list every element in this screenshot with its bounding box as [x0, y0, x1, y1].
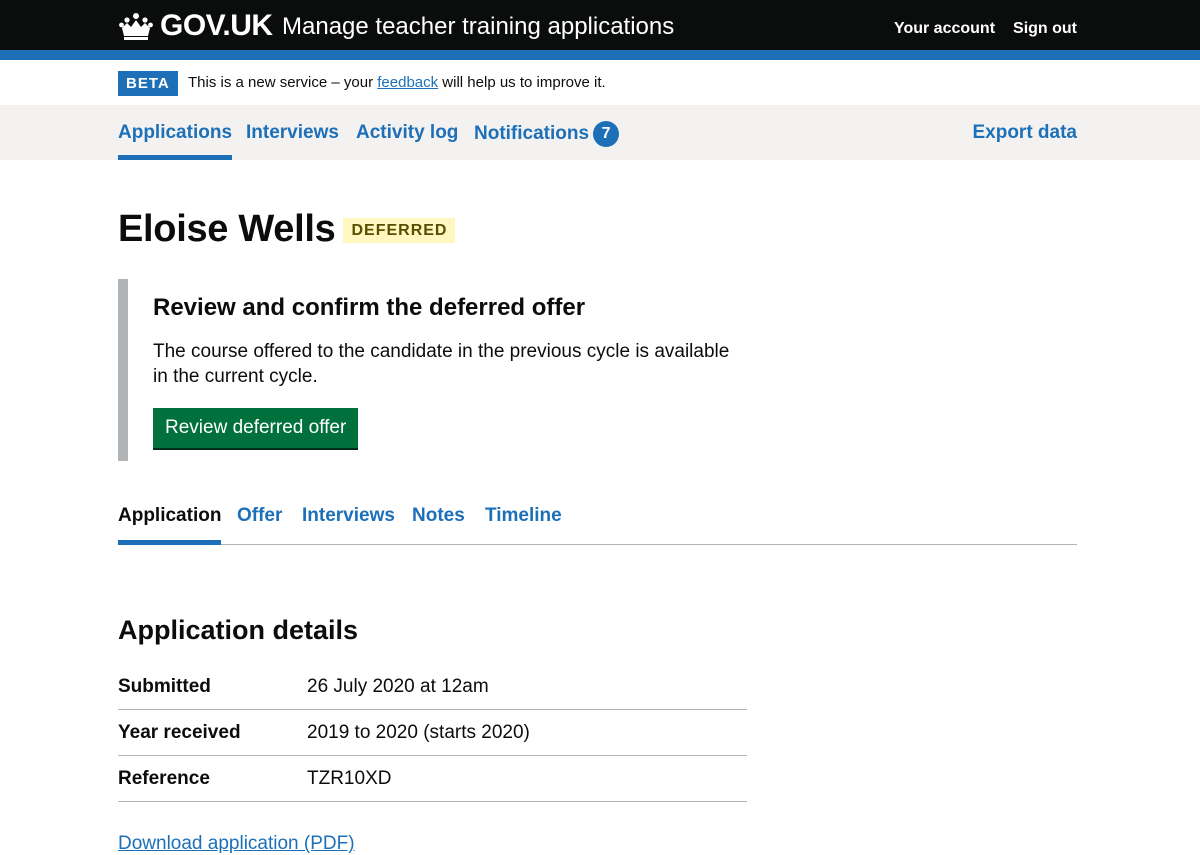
inset-heading: Review and confirm the deferred offer — [153, 294, 586, 321]
deferred-offer-inset: Review and confirm the deferred offer Th… — [118, 279, 738, 461]
summary-key-reference: Reference — [118, 768, 210, 789]
sign-out-link[interactable]: Sign out — [1013, 18, 1077, 40]
nav-interviews[interactable]: Interviews — [246, 121, 339, 145]
export-data-link[interactable]: Export data — [972, 121, 1077, 145]
header-blue-bar — [0, 50, 1200, 60]
summary-row: Submitted 26 July 2020 at 12am — [118, 664, 747, 710]
summary-key-year-received: Year received — [118, 722, 241, 743]
your-account-link[interactable]: Your account — [894, 18, 995, 40]
tab-timeline[interactable]: Timeline — [485, 504, 562, 528]
primary-navigation: Applications Interviews Activity log Not… — [0, 105, 1200, 160]
summary-value-reference: TZR10XD — [307, 768, 392, 789]
status-badge: DEFERRED — [343, 217, 456, 243]
phase-text-before: This is a new service – your — [188, 74, 378, 91]
application-sub-navigation: Application Offer Interviews Notes Timel… — [118, 504, 1077, 545]
summary-row: Reference TZR10XD — [118, 756, 747, 802]
header-links: Your account Sign out — [894, 18, 1077, 40]
summary-value-submitted: 26 July 2020 at 12am — [307, 676, 489, 697]
beta-tag: BETA — [118, 71, 178, 96]
service-name[interactable]: Manage teacher training applications — [282, 11, 674, 43]
inset-body: The course offered to the candidate in t… — [153, 341, 730, 387]
phase-text-after: will help us to improve it. — [438, 74, 606, 91]
page-title-row: Eloise Wells DEFERRED — [118, 206, 456, 252]
summary-value-year-received: 2019 to 2020 (starts 2020) — [307, 722, 530, 743]
feedback-link[interactable]: feedback — [377, 74, 438, 91]
govuk-logo-text: GOV.UK — [160, 9, 273, 42]
tab-notes[interactable]: Notes — [412, 504, 465, 528]
tab-interviews[interactable]: Interviews — [302, 504, 395, 528]
govuk-logo-link[interactable]: GOV.UK — [118, 9, 273, 43]
summary-key-submitted: Submitted — [118, 676, 211, 697]
nav-notifications[interactable]: Notifications 7 — [474, 121, 620, 147]
download-application-pdf-link[interactable]: Download application (PDF) — [118, 832, 355, 855]
nav-notifications-label: Notifications — [474, 123, 590, 144]
review-deferred-offer-button[interactable]: Review deferred offer — [153, 408, 359, 448]
tab-application[interactable]: Application — [118, 504, 222, 545]
tab-offer[interactable]: Offer — [237, 504, 282, 528]
crown-icon — [119, 13, 153, 40]
phase-banner-text: This is a new service – your feedback wi… — [188, 73, 606, 93]
nav-activity-log[interactable]: Activity log — [356, 121, 458, 145]
application-details-summary: Submitted 26 July 2020 at 12am Year rece… — [118, 664, 747, 802]
summary-row: Year received 2019 to 2020 (starts 2020) — [118, 710, 747, 756]
page-title: Eloise Wells — [118, 208, 336, 250]
application-details-heading: Application details — [118, 615, 359, 645]
nav-applications[interactable]: Applications — [118, 121, 233, 160]
phase-banner: BETA This is a new service – your feedba… — [0, 60, 1200, 105]
notifications-count-badge: 7 — [593, 121, 620, 147]
